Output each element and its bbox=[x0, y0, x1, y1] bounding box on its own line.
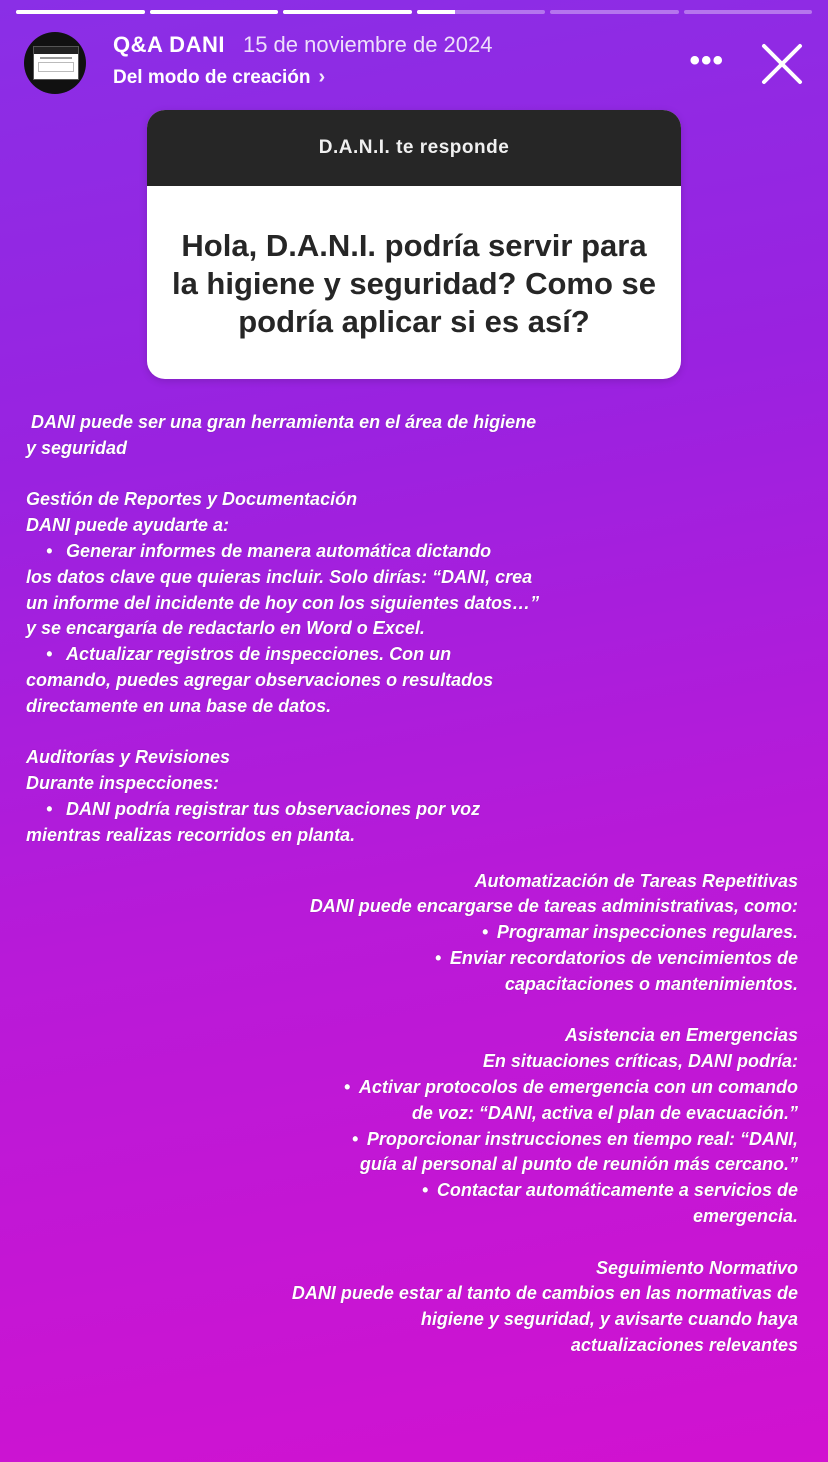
account-name[interactable]: Q&A DANI bbox=[113, 32, 225, 58]
answer-text: DANI puede ser una gran herramienta en e… bbox=[26, 410, 798, 1359]
progress-segment bbox=[149, 10, 278, 14]
avatar-thumbnail bbox=[33, 46, 79, 80]
more-options-button[interactable]: ••• bbox=[689, 44, 724, 78]
question-text: Hola, D.A.N.I. podría servir para la hig… bbox=[171, 228, 657, 339]
close-button[interactable] bbox=[756, 38, 808, 90]
story-date: 15 de noviembre de 2024 bbox=[242, 32, 493, 57]
source-link[interactable]: Del modo de creación › bbox=[113, 66, 325, 89]
progress-segment bbox=[683, 10, 812, 14]
question-sticker: D.A.N.I. te responde Hola, D.A.N.I. podr… bbox=[147, 110, 681, 379]
source-label: Del modo de creación bbox=[113, 66, 311, 88]
avatar[interactable] bbox=[24, 32, 86, 94]
progress-segment bbox=[16, 10, 145, 14]
answer-section-left: DANI puede ser una gran herramienta en e… bbox=[26, 412, 540, 845]
close-icon bbox=[762, 44, 802, 84]
chevron-right-icon: › bbox=[318, 66, 326, 88]
answer-section-right: Automatización de Tareas Repetitivas DAN… bbox=[291, 870, 798, 1355]
question-sticker-header: D.A.N.I. te responde bbox=[147, 110, 681, 186]
story-header: Q&A DANI 15 de noviembre de 2024 Del mod… bbox=[22, 30, 812, 96]
progress-segment bbox=[550, 10, 679, 14]
story-progress-bar bbox=[16, 10, 812, 14]
progress-segment bbox=[283, 10, 412, 14]
title-row: Q&A DANI 15 de noviembre de 2024 bbox=[113, 32, 493, 58]
progress-segment bbox=[416, 10, 545, 14]
